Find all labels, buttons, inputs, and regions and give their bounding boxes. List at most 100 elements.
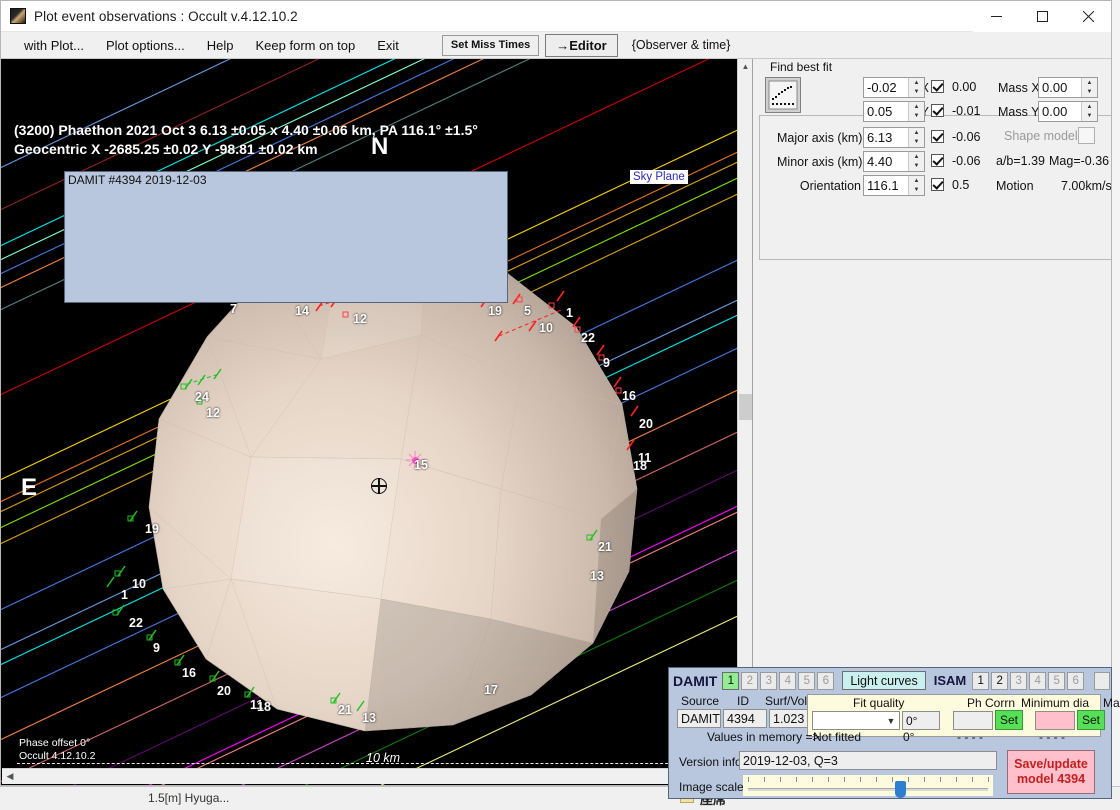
mag-label: Mag=-0.36 bbox=[1049, 154, 1109, 168]
sky-plane-tag[interactable]: Sky Plane bbox=[630, 170, 688, 184]
editor-button[interactable]: →Editor bbox=[545, 34, 618, 57]
mass-y-arrows[interactable]: ▲▼ bbox=[1081, 102, 1097, 121]
damit-button-6[interactable]: 6 bbox=[817, 672, 834, 690]
not-fitted-label: Not fitted bbox=[813, 730, 861, 744]
mass-x-spinner[interactable]: ▲▼ bbox=[1038, 77, 1098, 98]
center-x-checkbox[interactable] bbox=[931, 80, 944, 93]
chord-number-1-7: 1 bbox=[566, 306, 573, 320]
isam-button-2[interactable]: 2 bbox=[991, 672, 1008, 690]
source-field[interactable]: DAMIT bbox=[677, 709, 721, 728]
center-y-spinner[interactable]: ▲▼ bbox=[863, 101, 925, 122]
save-button-line2: model 4394 bbox=[1017, 772, 1085, 786]
close-button[interactable] bbox=[1065, 1, 1111, 32]
surf-vol-label: Surf/Vol bbox=[765, 694, 807, 708]
menu-exit[interactable]: Exit bbox=[366, 34, 410, 57]
scroll-up-icon[interactable]: ▲ bbox=[738, 59, 753, 74]
orientation-residual: 0.5 bbox=[952, 178, 969, 192]
isam-button-3[interactable]: 3 bbox=[1010, 672, 1027, 690]
chord-number-18-14: 18 bbox=[633, 459, 647, 473]
mass-y-spinner[interactable]: ▲▼ bbox=[1038, 101, 1098, 122]
minor-axis-checkbox[interactable] bbox=[931, 154, 944, 167]
chord-number-19-18: 19 bbox=[145, 522, 159, 536]
min-dia-field[interactable] bbox=[953, 711, 993, 730]
id-label: ID bbox=[737, 694, 749, 708]
damit-button-2[interactable]: 2 bbox=[741, 672, 758, 690]
ph-corrn-field[interactable]: 0° bbox=[902, 711, 940, 730]
fit-thumbnail-icon[interactable] bbox=[765, 77, 801, 113]
maximize-button[interactable] bbox=[1019, 1, 1065, 32]
min-dia-set-button[interactable]: Set bbox=[995, 710, 1023, 730]
minor-axis-arrows[interactable]: ▲▼ bbox=[908, 152, 924, 171]
major-axis-spinner[interactable]: ▲▼ bbox=[863, 127, 925, 148]
isam-button-1[interactable]: 1 bbox=[972, 672, 989, 690]
damit-button-1[interactable]: 1 bbox=[722, 672, 739, 690]
image-scale-track[interactable] bbox=[743, 775, 993, 796]
orientation-spinner[interactable]: ▲▼ bbox=[863, 175, 925, 196]
menu-keep-form-on-top[interactable]: Keep form on top bbox=[245, 34, 367, 57]
source-label: Source bbox=[681, 694, 719, 708]
center-y-input[interactable] bbox=[864, 102, 908, 121]
shape-model-checkbox[interactable] bbox=[1078, 127, 1095, 144]
orientation-input[interactable] bbox=[864, 176, 908, 195]
center-y-arrows[interactable]: ▲▼ bbox=[908, 102, 924, 121]
north-indicator: N bbox=[371, 133, 388, 161]
orientation-arrows[interactable]: ▲▼ bbox=[908, 176, 924, 195]
center-x-spinner[interactable]: ▲▼ bbox=[863, 77, 925, 98]
chord-number-13-30: 13 bbox=[590, 569, 604, 583]
orientation-label: Orientation bbox=[777, 179, 861, 193]
values-in-memory-label: Values in memory => bbox=[707, 730, 820, 744]
mass-y-input[interactable] bbox=[1039, 102, 1081, 121]
orientation-checkbox[interactable] bbox=[931, 178, 944, 191]
image-scale-label: Image scale bbox=[679, 780, 744, 794]
chord-number-18-26: 18 bbox=[257, 700, 271, 714]
damit-button-3[interactable]: 3 bbox=[760, 672, 777, 690]
center-x-arrows[interactable]: ▲▼ bbox=[908, 78, 924, 97]
mass-x-input[interactable] bbox=[1039, 78, 1081, 97]
surf-vol-field[interactable]: 1.023 bbox=[769, 709, 809, 728]
center-ring-icon bbox=[371, 478, 387, 494]
max-dia-set-button[interactable]: Set bbox=[1077, 710, 1105, 730]
chord-number-10-19: 10 bbox=[132, 577, 146, 591]
plot-scroll-thumb[interactable] bbox=[739, 394, 752, 420]
major-axis-arrows[interactable]: ▲▼ bbox=[908, 128, 924, 147]
save-update-model-button[interactable]: Save/update model 4394 bbox=[1007, 750, 1095, 794]
background-window-text: 1.5[m] Hyuga... bbox=[148, 791, 229, 805]
isam-title: ISAM bbox=[934, 673, 967, 688]
chord-number-12-16: 12 bbox=[206, 406, 220, 420]
minor-axis-spinner[interactable]: ▲▼ bbox=[863, 151, 925, 172]
damit-extra-button[interactable] bbox=[1094, 672, 1110, 690]
light-curves-button[interactable]: Light curves bbox=[842, 671, 925, 690]
menu-help[interactable]: Help bbox=[196, 34, 245, 57]
image-scale-thumb[interactable] bbox=[895, 781, 906, 798]
occultation-plot[interactable]: (3200) Phaethon 2021 Oct 3 6.13 ±0.05 x … bbox=[1, 59, 738, 785]
isam-button-4[interactable]: 4 bbox=[1029, 672, 1046, 690]
fit-quality-combo[interactable]: ▼ bbox=[812, 711, 900, 730]
major-axis-checkbox[interactable] bbox=[931, 130, 944, 143]
chord-number-9-22: 9 bbox=[153, 641, 160, 655]
max-dia-field[interactable] bbox=[1035, 711, 1075, 730]
app-icon bbox=[10, 8, 26, 24]
minimize-button[interactable] bbox=[973, 1, 1019, 32]
menu-plot-options[interactable]: Plot options... bbox=[95, 34, 196, 57]
set-miss-times-button[interactable]: Set Miss Times bbox=[442, 35, 539, 56]
damit-model-tag[interactable]: DAMIT #4394 2019-12-03 bbox=[64, 171, 508, 303]
mass-y-label: Mass Y bbox=[998, 105, 1039, 119]
chord-number-9-10: 9 bbox=[603, 356, 610, 370]
isam-button-5[interactable]: 5 bbox=[1048, 672, 1065, 690]
damit-button-5[interactable]: 5 bbox=[798, 672, 815, 690]
minor-axis-input[interactable] bbox=[864, 152, 908, 171]
chord-number-7-1: 7 bbox=[230, 302, 237, 316]
version-info-field[interactable]: 2019-12-03, Q=3 bbox=[739, 751, 997, 770]
major-axis-input[interactable] bbox=[864, 128, 908, 147]
damit-button-row: DAMIT 1 2 3 4 5 6 Light curves ISAM 1 2 … bbox=[673, 671, 1110, 690]
scroll-left-icon[interactable]: ◀ bbox=[2, 771, 18, 782]
chord-number-22-21: 22 bbox=[129, 616, 143, 630]
mass-x-arrows[interactable]: ▲▼ bbox=[1081, 78, 1097, 97]
center-y-checkbox[interactable] bbox=[931, 104, 944, 117]
id-field[interactable]: 4394 bbox=[723, 709, 767, 728]
fit-quality-chevron-icon[interactable]: ▼ bbox=[883, 716, 899, 726]
damit-button-4[interactable]: 4 bbox=[779, 672, 796, 690]
center-x-input[interactable] bbox=[864, 78, 908, 97]
isam-button-6[interactable]: 6 bbox=[1067, 672, 1084, 690]
menu-with-plot[interactable]: with Plot... bbox=[13, 34, 95, 57]
